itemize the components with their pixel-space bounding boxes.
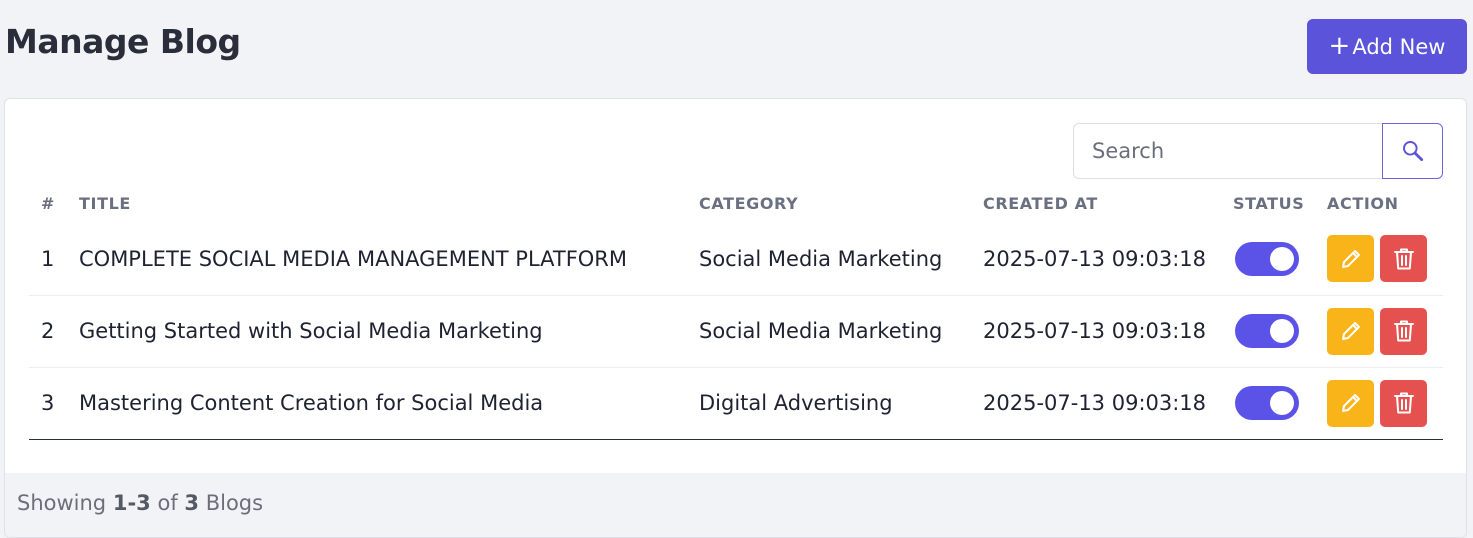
row-category: Social Media Marketing xyxy=(699,319,943,343)
search-icon xyxy=(1402,141,1423,162)
status-toggle[interactable] xyxy=(1235,241,1299,276)
status-toggle[interactable] xyxy=(1235,314,1299,348)
plus-icon: + xyxy=(1328,30,1351,61)
status-toggle[interactable] xyxy=(1235,386,1299,420)
pencil-icon xyxy=(1341,249,1360,268)
delete-button[interactable] xyxy=(1380,235,1427,283)
row-number: 3 xyxy=(41,391,55,415)
table-header-row: # TITLE CATEGORY CREATED AT STATUS ACTIO… xyxy=(29,183,1443,223)
pencil-icon xyxy=(1341,394,1360,412)
row-created-at: 2025-07-13 09:03:18 xyxy=(983,319,1207,343)
trash-icon xyxy=(1393,248,1414,270)
pencil-icon xyxy=(1341,322,1360,340)
row-actions xyxy=(1327,235,1443,283)
blog-table: # TITLE CATEGORY CREATED AT STATUS ACTIO… xyxy=(29,183,1443,440)
delete-button[interactable] xyxy=(1380,379,1427,427)
row-actions xyxy=(1327,379,1443,427)
edit-button[interactable] xyxy=(1327,307,1374,355)
column-header-category: CATEGORY xyxy=(699,193,799,213)
row-created-at: 2025-07-13 09:03:18 xyxy=(983,246,1207,271)
column-header-number: # xyxy=(41,193,56,213)
table-row: 1 COMPLETE SOCIAL MEDIA MANAGEMENT PLATF… xyxy=(29,223,1443,295)
summary-suffix: Blogs xyxy=(205,491,264,515)
summary-total: 3 xyxy=(184,491,200,515)
page-title: Manage Blog xyxy=(5,22,241,61)
row-number: 2 xyxy=(41,319,55,343)
blog-list-card: # TITLE CATEGORY CREATED AT STATUS ACTIO… xyxy=(4,98,1467,538)
pagination-summary: Showing 1-3 of 3 Blogs xyxy=(5,473,1466,537)
row-category: Social Media Marketing xyxy=(699,246,943,271)
toggle-knob xyxy=(1270,246,1294,271)
add-new-button[interactable]: + Add New xyxy=(1307,19,1467,74)
summary-prefix: Showing xyxy=(17,491,107,515)
summary-of: of xyxy=(157,491,178,515)
row-category: Digital Advertising xyxy=(699,391,893,415)
column-header-status: STATUS xyxy=(1233,193,1305,213)
edit-button[interactable] xyxy=(1327,235,1374,283)
column-header-created-at: CREATED AT xyxy=(983,193,1098,213)
search-bar xyxy=(1073,123,1443,179)
add-new-label: Add New xyxy=(1352,34,1446,59)
toggle-knob xyxy=(1270,319,1294,343)
row-number: 1 xyxy=(41,246,55,271)
trash-icon xyxy=(1393,320,1414,342)
trash-icon xyxy=(1393,392,1414,414)
delete-button[interactable] xyxy=(1380,307,1427,355)
row-created-at: 2025-07-13 09:03:18 xyxy=(983,391,1207,415)
column-header-title: TITLE xyxy=(79,193,131,213)
toggle-knob xyxy=(1270,391,1294,415)
row-title: COMPLETE SOCIAL MEDIA MANAGEMENT PLATFOR… xyxy=(79,246,628,271)
summary-range: 1-3 xyxy=(112,491,151,515)
edit-button[interactable] xyxy=(1327,379,1374,427)
search-input[interactable] xyxy=(1073,123,1382,179)
column-header-action: ACTION xyxy=(1327,193,1399,213)
table-row: 2 Getting Started with Social Media Mark… xyxy=(29,295,1443,367)
search-button[interactable] xyxy=(1382,123,1443,179)
row-actions xyxy=(1327,307,1443,355)
table-row: 3 Mastering Content Creation for Social … xyxy=(29,367,1443,439)
row-title: Getting Started with Social Media Market… xyxy=(79,319,543,343)
row-title: Mastering Content Creation for Social Me… xyxy=(79,391,544,415)
